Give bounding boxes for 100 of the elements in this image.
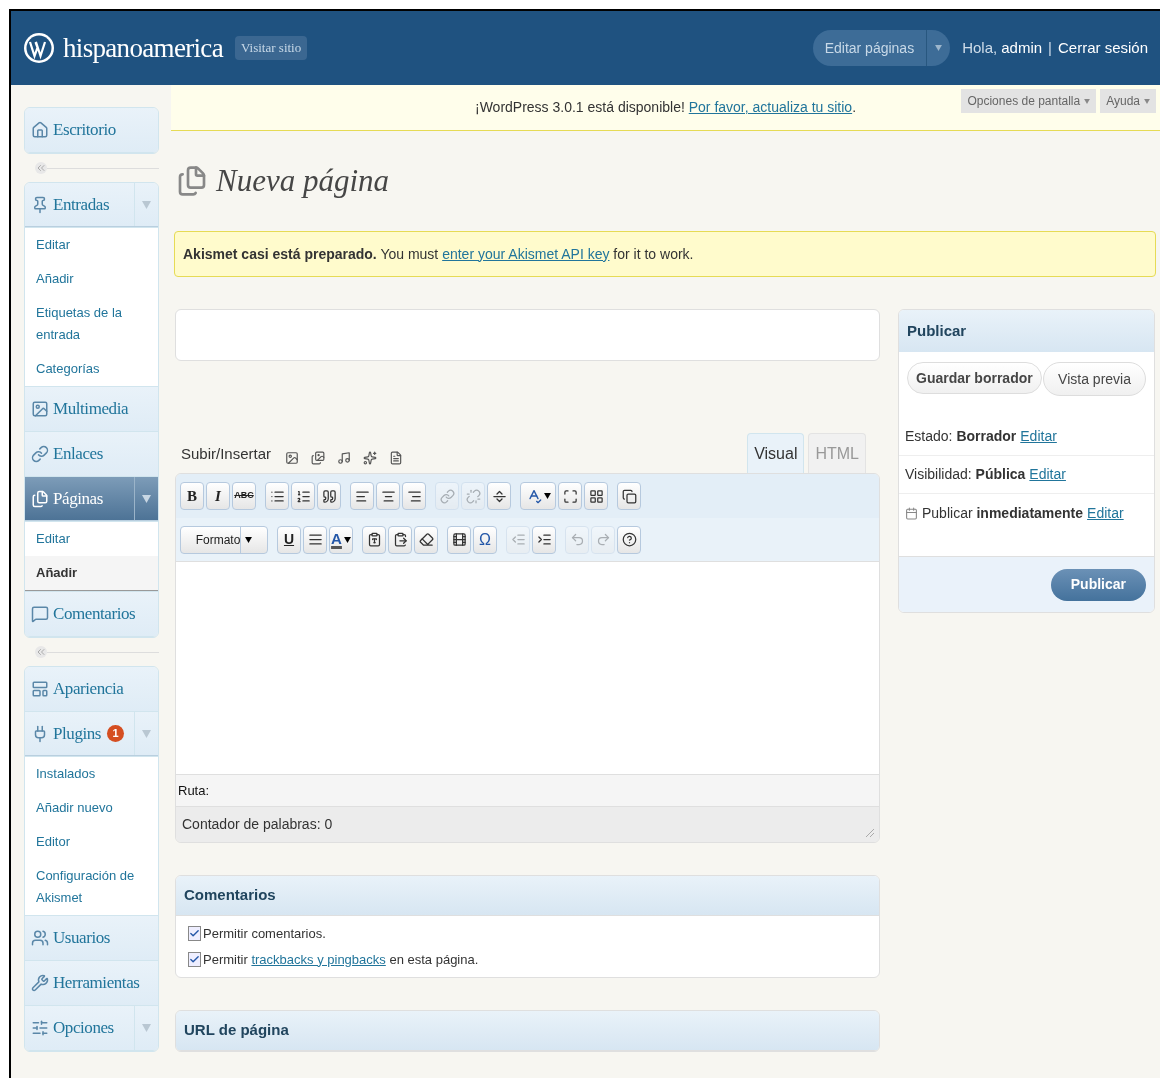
sidebar-item[interactable]: Enlaces — [25, 432, 158, 476]
visit-site-button[interactable]: Visitar sitio — [235, 36, 308, 60]
preview-button[interactable]: Vista previa — [1043, 362, 1146, 396]
api-key-link[interactable]: enter your Akismet API key — [442, 245, 610, 262]
calendar-icon — [905, 506, 918, 520]
eraser-button[interactable] — [414, 525, 438, 554]
sidebar-item[interactable]: Plugins 1 — [25, 712, 158, 756]
screen-meta-tab[interactable]: Ayuda — [1100, 89, 1156, 113]
sidebar-item[interactable]: Comentarios — [25, 592, 158, 636]
checkbox[interactable] — [188, 951, 201, 967]
align-center-button[interactable] — [376, 482, 400, 510]
box-title: Comentarios — [184, 885, 276, 906]
justify-icon — [307, 532, 323, 547]
caret-icon — [935, 45, 943, 51]
sidebar-item[interactable]: Opciones — [25, 1006, 158, 1050]
submenu-item[interactable]: Añadir — [25, 556, 158, 591]
sidebar-item[interactable]: Multimedia — [25, 387, 158, 431]
editor-tab[interactable]: Visual — [747, 433, 805, 473]
format-select[interactable]: Formato — [180, 525, 268, 554]
justify-button[interactable] — [303, 525, 327, 554]
resize-handle-icon[interactable] — [865, 828, 875, 838]
users-icon — [31, 929, 49, 947]
text-color-button[interactable]: A — [329, 525, 353, 554]
strikethrough-button[interactable]: ABC — [232, 482, 256, 510]
sidebar-item[interactable]: Usuarios — [25, 916, 158, 960]
special-character-button[interactable]: Ω — [473, 525, 497, 554]
paste-word-button[interactable] — [388, 525, 412, 554]
redo-icon — [595, 532, 611, 547]
submenu-item[interactable]: Configuración de Akismet — [25, 859, 158, 915]
house-icon — [31, 121, 49, 139]
outdent-icon — [510, 532, 526, 547]
toggle-arrow-icon[interactable] — [142, 200, 151, 209]
toggle-arrow-icon[interactable] — [142, 729, 151, 738]
align-right-button[interactable] — [402, 482, 426, 510]
bold-button[interactable]: B — [180, 482, 204, 510]
checkbox[interactable] — [188, 926, 201, 942]
sidebar-item[interactable]: Herramientas — [25, 961, 158, 1005]
toggle-arrow-icon[interactable] — [142, 494, 151, 503]
site-name: hispanoamerica — [63, 31, 223, 65]
kitchen-sink-icon — [588, 488, 604, 504]
caret-icon — [1084, 98, 1091, 104]
user-link[interactable]: admin — [1001, 36, 1043, 60]
submenu-item[interactable]: Categorías — [25, 352, 158, 386]
numbered-list-icon — [295, 488, 311, 504]
music-icon[interactable] — [337, 451, 352, 465]
document-icon[interactable] — [389, 451, 404, 465]
submenu-item[interactable]: Editar — [25, 228, 158, 262]
media-button[interactable] — [447, 525, 471, 554]
numbered-list-button[interactable] — [291, 482, 315, 510]
update-notice: ¡WordPress 3.0.1 está disponible! Por favor, actualiza tu sitio. — [474, 98, 857, 117]
gallery-icon[interactable] — [311, 451, 326, 465]
title-field[interactable] — [175, 309, 880, 361]
sidebar-item[interactable]: Entradas — [25, 183, 158, 227]
submenu-item[interactable]: Editor — [25, 825, 158, 859]
align-left-button[interactable] — [350, 482, 374, 510]
toggle-arrow-icon[interactable] — [142, 1024, 151, 1032]
checkbox-label: Permitir comentarios. — [203, 925, 326, 943]
menu-label: Comentarios — [53, 603, 136, 626]
indent-button[interactable] — [532, 525, 556, 554]
trackbacks-link[interactable]: trackbacks y pingbacks — [251, 951, 386, 967]
sparkle-icon[interactable] — [363, 451, 378, 465]
align-right-icon — [406, 488, 422, 504]
sidebar-item[interactable]: Apariencia — [25, 667, 158, 711]
speech-bubble-icon — [31, 605, 49, 623]
publish-button[interactable]: Publicar — [1050, 568, 1146, 601]
underline-button[interactable]: U — [277, 525, 301, 554]
undo-icon — [569, 532, 585, 547]
kitchen-sink-button[interactable] — [584, 482, 608, 510]
page-title: Nueva página — [216, 161, 390, 200]
sliders-icon — [31, 1019, 49, 1037]
screen-meta-tab[interactable]: Opciones de pantalla — [961, 89, 1097, 113]
logout-link[interactable]: Cerrar sesión — [1057, 36, 1148, 60]
separator-text: | — [1048, 37, 1052, 58]
sidebar-item[interactable]: Páginas — [25, 477, 158, 521]
menu-label: Enlaces — [53, 443, 103, 466]
submenu-item[interactable]: Editar — [25, 522, 158, 556]
favorite-actions-button[interactable]: Editar páginas — [812, 30, 951, 66]
quote-button[interactable] — [317, 482, 341, 510]
edit-link[interactable]: Editar — [1020, 426, 1057, 447]
fullscreen-button[interactable] — [558, 482, 582, 510]
submenu-item[interactable]: Añadir — [25, 262, 158, 296]
menu-label: Páginas — [53, 487, 103, 510]
bullet-list-button[interactable] — [265, 482, 289, 510]
submenu-item[interactable]: Etiquetas de la entrada — [25, 296, 158, 352]
submenu-item[interactable]: Instalados — [25, 757, 158, 791]
edit-link[interactable]: Editar — [1029, 464, 1066, 485]
paste-text-button[interactable] — [362, 525, 386, 554]
publish-setting: Estado: Borrador — [905, 427, 1017, 446]
save-draft-button[interactable]: Guardar borrador — [907, 362, 1042, 394]
image-icon[interactable] — [285, 451, 300, 465]
more-tag-button[interactable] — [487, 482, 511, 510]
edit-link[interactable]: Editar — [1087, 502, 1124, 524]
spellcheck-button[interactable] — [520, 482, 556, 510]
path-label: Ruta: — [178, 781, 210, 800]
align-center-icon — [380, 488, 396, 504]
sidebar-item[interactable]: Escritorio — [25, 108, 158, 152]
submenu-item[interactable]: Añadir nuevo — [25, 791, 158, 825]
italic-button[interactable]: I — [206, 482, 230, 510]
media-icon — [451, 532, 467, 547]
help-button[interactable] — [617, 525, 641, 554]
